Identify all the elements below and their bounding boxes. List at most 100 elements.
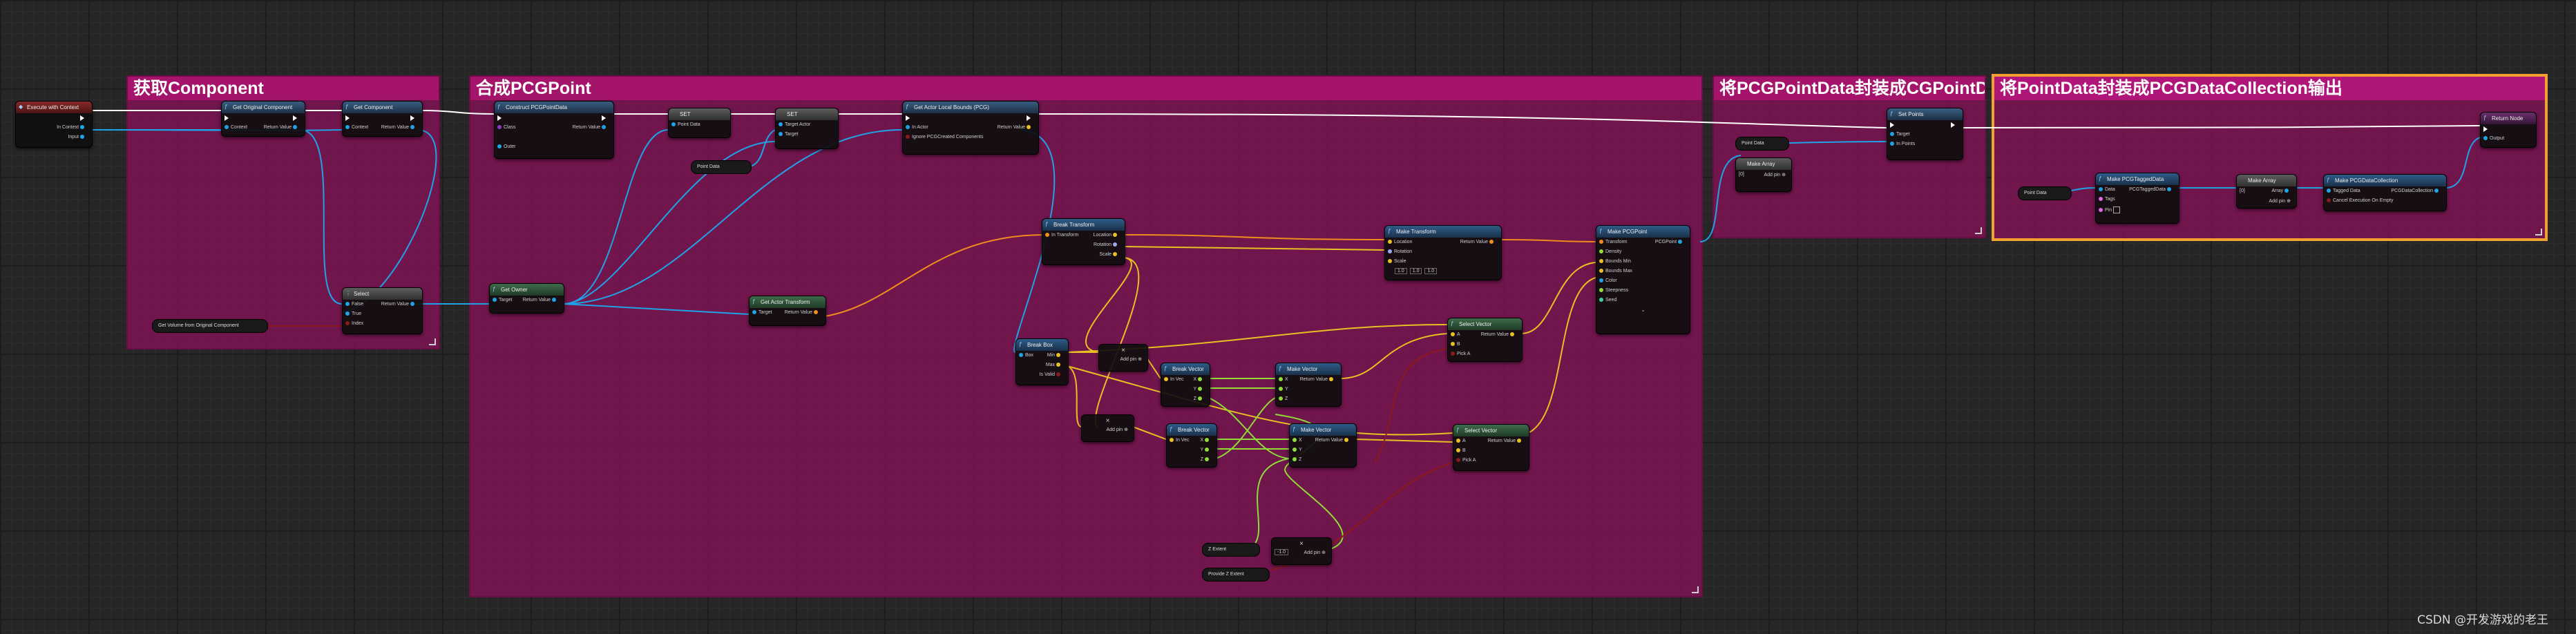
provide-z-extent-variable[interactable]: Provide Z Extent (1202, 568, 1270, 582)
in-vec-pin[interactable] (1164, 377, 1168, 382)
pick-a-pin[interactable] (1451, 352, 1455, 356)
bounds-max-pin[interactable] (1599, 269, 1603, 273)
make-pcg-tagged-data-node[interactable]: ƒ Make PCGTaggedData Data PCGTaggedData Ta… (2095, 173, 2179, 224)
target-pin[interactable] (752, 310, 756, 315)
exec-out-pin[interactable] (293, 115, 297, 121)
y-pin[interactable] (1279, 387, 1283, 392)
multiply-node-2[interactable]: × Add pin ⊕ (1081, 414, 1134, 442)
make-vector-node-1[interactable]: ƒ Make Vector X Return Value Y Z (1275, 363, 1342, 407)
rotation-pin[interactable] (1388, 249, 1392, 254)
return-pin[interactable] (552, 298, 556, 302)
cancel-pin[interactable] (2327, 198, 2331, 203)
expand-chevron-icon[interactable]: ⌄ (1599, 307, 1687, 317)
false-pin[interactable] (345, 302, 350, 307)
exec-in-pin[interactable] (497, 115, 502, 121)
z-pin[interactable] (1205, 457, 1209, 462)
target-actor-pin[interactable] (779, 122, 783, 127)
scale-pin[interactable] (1388, 259, 1392, 264)
make-pcg-data-collection-node[interactable]: ƒ Make PCGDataCollection Tagged Data PCGDa… (2323, 174, 2447, 211)
point-data-variable-2[interactable]: Point Data (1735, 137, 1789, 151)
in-transform-pin[interactable] (1045, 233, 1049, 238)
outer-pin[interactable] (497, 144, 502, 149)
make-pcg-point-node[interactable]: ƒ Make PCGPoint Transform PCGPoint Density… (1596, 225, 1690, 334)
make-array-node-2[interactable]: Make Array [0] Array Add pin ⊕ (2236, 174, 2297, 209)
density-pin[interactable] (1599, 249, 1603, 254)
is-valid-pin[interactable] (1056, 372, 1060, 377)
add-pin-button[interactable]: Add pin (1764, 173, 1780, 177)
true-pin[interactable] (345, 311, 350, 316)
point-data-pin[interactable] (671, 122, 676, 127)
return-pin[interactable] (1329, 377, 1333, 382)
execute-with-context-node[interactable]: ◆ Execute with Context In Context Input (15, 101, 93, 148)
use-original-variable[interactable]: Get Volume from Original Component (152, 319, 268, 333)
a-pin[interactable] (1456, 439, 1460, 443)
return-pin[interactable] (814, 310, 818, 315)
set-points-node[interactable]: ƒ Set Points Target In Points (1887, 108, 1963, 160)
tags-pin[interactable] (2099, 197, 2103, 202)
make-vector-node-2[interactable]: ƒ Make Vector X Return Value Y Z (1289, 423, 1357, 468)
get-component-node[interactable]: ƒ Get Component Context Return Value (342, 101, 423, 137)
select-node[interactable]: ⋮ Select False Return Value True Index (342, 287, 423, 334)
break-transform-node[interactable]: ƒ Break Transform In Transform Location Ro… (1042, 218, 1125, 265)
return-pin[interactable] (293, 125, 297, 130)
min-pin[interactable] (1056, 353, 1060, 358)
exec-in-pin[interactable] (345, 115, 350, 121)
scale-x-field[interactable]: 1.0 (1395, 268, 1407, 274)
a-pin[interactable] (1451, 332, 1455, 337)
exec-out-pin[interactable] (602, 115, 606, 121)
break-box-node[interactable]: ƒ Break Box Box Min Max Is Valid (1015, 338, 1069, 385)
context-pin[interactable] (225, 125, 229, 130)
box-pin[interactable] (1019, 353, 1023, 358)
steepness-pin[interactable] (1599, 288, 1603, 293)
set-point-data-node[interactable]: SET Point Data (668, 108, 731, 138)
context-pin[interactable] (345, 125, 350, 130)
scale-y-field[interactable]: 1.0 (1409, 268, 1422, 274)
output-pin[interactable] (2483, 136, 2488, 141)
context-pin[interactable] (80, 125, 84, 130)
x-pin[interactable] (1292, 438, 1297, 443)
return-pin[interactable] (1027, 125, 1031, 130)
break-vector-node-1[interactable]: ƒ Break Vector In Vec X Y Z (1161, 363, 1210, 407)
exec-out-pin[interactable] (80, 115, 84, 121)
set-target-actor-node[interactable]: SET Target Actor Target (775, 108, 839, 149)
input-pin[interactable] (80, 135, 84, 140)
exec-in-pin[interactable] (225, 115, 229, 121)
get-owner-node[interactable]: ƒ Get Owner Target Return Value (489, 283, 564, 314)
select-vector-node-2[interactable]: ƒ Select Vector A Return Value B Pick A (1453, 424, 1529, 471)
y-pin[interactable] (1205, 448, 1209, 452)
x-pin[interactable] (1198, 377, 1202, 382)
in-actor-pin[interactable] (906, 125, 910, 130)
transform-pin[interactable] (1599, 240, 1603, 244)
y-pin[interactable] (1198, 387, 1202, 392)
exec-out-pin[interactable] (1027, 115, 1031, 121)
multiply-node-1[interactable]: × Add pin ⊕ (1098, 344, 1148, 372)
in-points-pin[interactable] (1890, 142, 1894, 146)
max-pin[interactable] (1056, 363, 1060, 367)
bounds-min-pin[interactable] (1599, 259, 1603, 264)
break-vector-node-2[interactable]: ƒ Break Vector In Vec X Y Z (1166, 423, 1217, 468)
add-pin-button[interactable]: Add pin (1106, 428, 1123, 432)
return-pin[interactable] (1517, 439, 1521, 443)
color-pin[interactable] (1599, 278, 1603, 283)
get-original-component-node[interactable]: ƒ Get Original Component Context Return Va… (221, 101, 305, 137)
point-data-variable[interactable]: Point Data (691, 160, 752, 174)
pin-checkbox[interactable] (2113, 206, 2121, 213)
in-vec-pin[interactable] (1170, 438, 1174, 443)
return-pin[interactable] (602, 125, 606, 130)
exec-in-pin[interactable] (1890, 122, 1894, 128)
add-pin-button[interactable]: Add pin (1120, 357, 1136, 362)
make-array-node[interactable]: Make Array [0] Add pin ⊕ (1735, 157, 1792, 192)
index-pin[interactable] (345, 321, 350, 326)
return-pin[interactable] (2167, 187, 2171, 192)
exec-in-pin[interactable] (906, 115, 910, 121)
exec-out-pin[interactable] (410, 115, 414, 121)
ignore-pin[interactable] (906, 135, 910, 140)
return-pin[interactable] (2434, 189, 2439, 193)
location-pin[interactable] (1113, 233, 1117, 238)
construct-point-data-node[interactable]: ƒ Construct PCGPointData Class Return Valu… (494, 101, 614, 159)
add-pin-button[interactable]: Add pin (1304, 550, 1320, 555)
return-pin[interactable] (1510, 332, 1514, 337)
x-pin[interactable] (1205, 438, 1209, 443)
location-pin[interactable] (1388, 240, 1392, 244)
array-pin[interactable] (2284, 189, 2289, 193)
